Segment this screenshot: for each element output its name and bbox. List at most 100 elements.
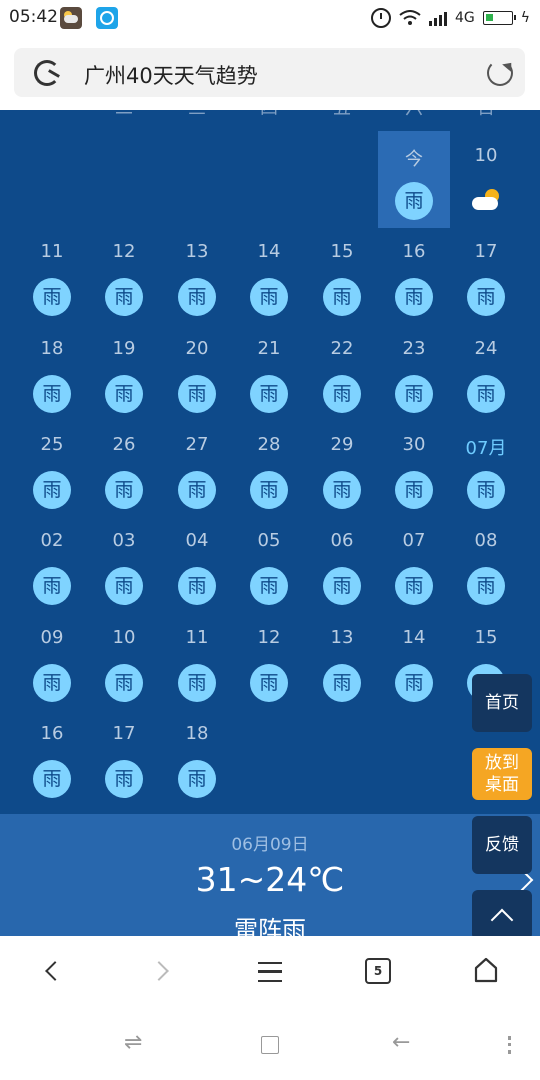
day-cell-month-start[interactable]: 07月雨 (450, 420, 522, 517)
rain-icon: 雨 (33, 278, 71, 316)
day-cell[interactable]: 13 雨 (306, 613, 378, 710)
menu-button[interactable] (250, 954, 290, 990)
system-back-icon[interactable] (388, 1030, 418, 1060)
rain-icon: 雨 (467, 471, 505, 509)
weekday-label: 日 (450, 110, 522, 120)
add-to-desktop-button[interactable]: 放到 桌面 (472, 748, 532, 800)
more-vertical-icon (508, 1036, 511, 1054)
day-cell[interactable]: 04 雨 (161, 516, 233, 613)
status-icons: 4G ϟ (370, 6, 530, 30)
day-cell[interactable]: 16 雨 (378, 227, 450, 324)
day-cell[interactable]: 19 雨 (88, 324, 160, 421)
forward-button[interactable] (142, 954, 182, 990)
day-cell[interactable]: 11 雨 (16, 227, 88, 324)
weekday-label: 三 (161, 110, 233, 120)
day-number: 15 (330, 241, 354, 262)
day-cell[interactable]: 08 雨 (450, 516, 522, 613)
back-to-top-button[interactable] (472, 890, 532, 940)
weekday-label: 六 (378, 110, 450, 120)
day-number: 11 (40, 241, 64, 262)
refresh-icon[interactable] (487, 60, 513, 86)
day-number: 10 (474, 145, 498, 166)
day-cell[interactable]: 14 雨 (233, 227, 305, 324)
search-query[interactable]: 广州40天天气趋势 (84, 60, 258, 90)
month-label: 07月 (465, 438, 507, 459)
day-cell[interactable]: 30 雨 (378, 420, 450, 517)
day-number: 03 (112, 530, 136, 551)
search-box[interactable]: 广州40天天气趋势 (14, 48, 525, 97)
rain-icon: 雨 (105, 664, 143, 702)
day-cell[interactable]: 07 雨 (378, 516, 450, 613)
day-number: 23 (402, 338, 426, 359)
day-number: 14 (257, 241, 281, 262)
home-button[interactable] (466, 954, 506, 990)
day-cell[interactable]: 28 雨 (233, 420, 305, 517)
rain-icon: 雨 (178, 375, 216, 413)
day-cell[interactable]: 18 雨 (16, 324, 88, 421)
day-cell[interactable]: 25 雨 (16, 420, 88, 517)
day-cell-today[interactable]: 今 雨 (378, 131, 450, 228)
day-number: 16 (402, 241, 426, 262)
rain-icon: 雨 (33, 664, 71, 702)
day-cell[interactable]: 17 雨 (88, 709, 160, 806)
day-number: 12 (112, 241, 136, 262)
rain-icon: 雨 (178, 760, 216, 798)
day-cell[interactable]: 12 雨 (233, 613, 305, 710)
day-cell[interactable]: 20 雨 (161, 324, 233, 421)
feedback-button[interactable]: 反馈 (472, 816, 532, 874)
day-cell[interactable]: 26 雨 (88, 420, 160, 517)
rain-icon: 雨 (323, 278, 361, 316)
back-button[interactable] (34, 954, 74, 990)
weekday-header: 一 二 三 四 五 六 日 (0, 110, 540, 124)
day-cell[interactable]: 18 雨 (161, 709, 233, 806)
chevron-left-icon (45, 961, 65, 981)
day-cell[interactable]: 29 雨 (306, 420, 378, 517)
detail-temperature: 31~24℃ (195, 860, 345, 899)
day-cell[interactable]: 11 雨 (161, 613, 233, 710)
weekday-label: 五 (306, 110, 378, 120)
rain-icon: 雨 (395, 567, 433, 605)
alarm-icon (370, 8, 391, 28)
home-float-button[interactable]: 首页 (472, 674, 532, 732)
day-number: 22 (330, 338, 354, 359)
day-number: 17 (474, 241, 498, 262)
chevron-up-icon (490, 908, 514, 932)
day-cell[interactable]: 13 雨 (161, 227, 233, 324)
day-number: 10 (112, 627, 136, 648)
day-cell[interactable]: 23 雨 (378, 324, 450, 421)
day-number: 30 (402, 434, 426, 455)
day-cell[interactable]: 06 雨 (306, 516, 378, 613)
day-cell[interactable]: 16 雨 (16, 709, 88, 806)
day-number: 19 (112, 338, 136, 359)
system-more-button[interactable] (496, 1030, 526, 1060)
day-cell[interactable]: 02 雨 (16, 516, 88, 613)
rain-icon: 雨 (250, 375, 288, 413)
day-cell[interactable]: 21 雨 (233, 324, 305, 421)
tabs-count: 5 (365, 958, 391, 984)
day-cell[interactable]: 10 (450, 131, 522, 228)
day-cell[interactable]: 10 雨 (88, 613, 160, 710)
day-cell[interactable]: 15 雨 (306, 227, 378, 324)
day-cell[interactable]: 22 雨 (306, 324, 378, 421)
day-cell[interactable]: 24 雨 (450, 324, 522, 421)
square-icon (261, 1036, 279, 1054)
day-cell[interactable]: 12 雨 (88, 227, 160, 324)
rain-icon: 雨 (323, 471, 361, 509)
switch-apps-icon[interactable] (120, 1030, 150, 1060)
detail-description: 雷阵雨 (234, 916, 306, 936)
day-number: 28 (257, 434, 281, 455)
tabs-button[interactable]: 5 (358, 954, 398, 990)
day-number: 08 (474, 530, 498, 551)
day-number: 26 (112, 434, 136, 455)
day-cell[interactable]: 27 雨 (161, 420, 233, 517)
day-cell[interactable]: 09 雨 (16, 613, 88, 710)
day-cell[interactable]: 03 雨 (88, 516, 160, 613)
home-icon (472, 956, 500, 984)
day-cell[interactable]: 14 雨 (378, 613, 450, 710)
recent-apps-button[interactable] (254, 1030, 284, 1060)
day-cell[interactable]: 17 雨 (450, 227, 522, 324)
day-cell[interactable]: 05 雨 (233, 516, 305, 613)
weekday-label: 二 (88, 110, 160, 120)
search-engine-icon[interactable] (34, 60, 60, 86)
day-number: 11 (185, 627, 209, 648)
